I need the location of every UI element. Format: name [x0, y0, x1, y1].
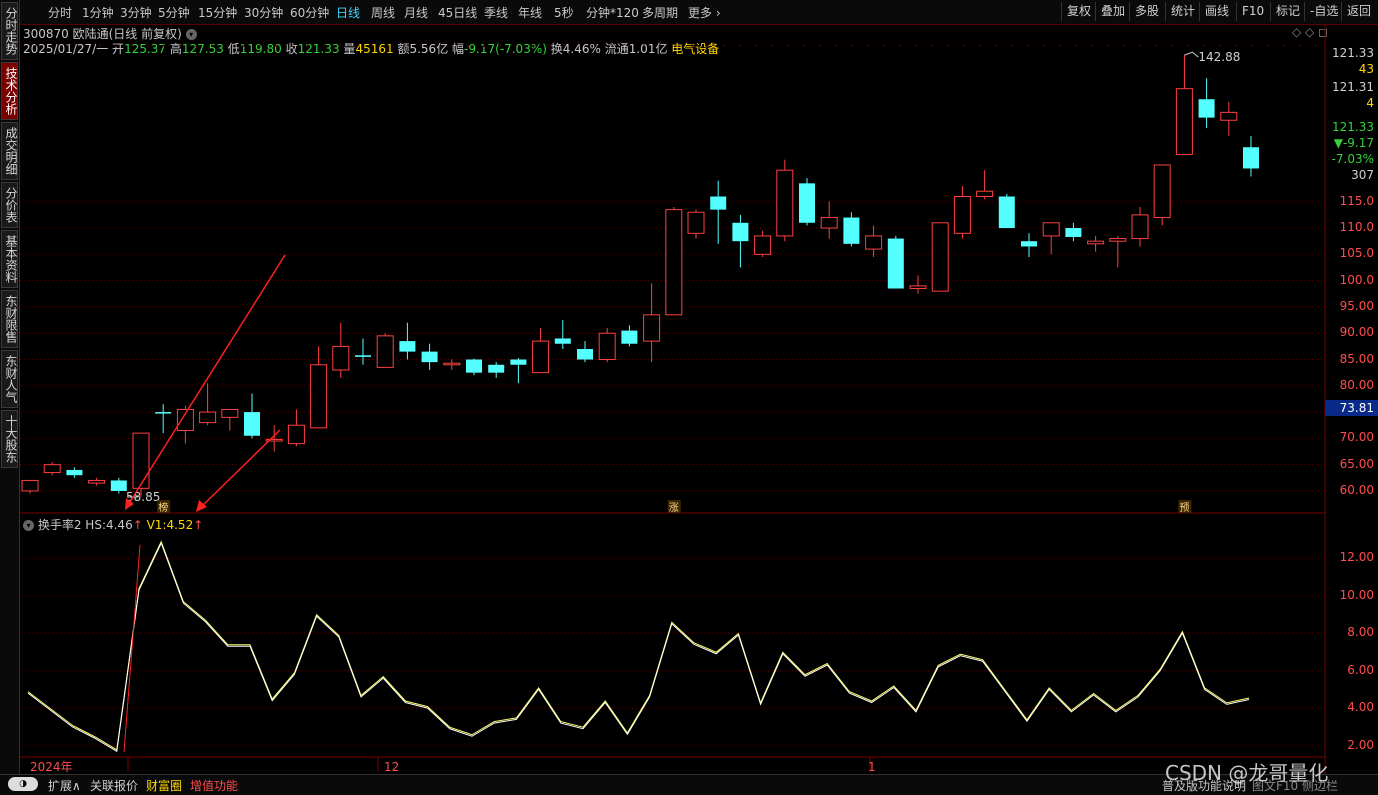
candle-body [332, 345, 350, 371]
candle-body [643, 314, 661, 342]
annotation-arrow-line [199, 429, 281, 509]
candle-body [310, 364, 328, 429]
candle-body [1131, 214, 1149, 240]
candle-body [66, 469, 83, 476]
candle-body [21, 479, 39, 492]
bottom-tab-0[interactable]: 扩展∧ [48, 777, 81, 794]
candle-body [155, 412, 172, 414]
candle-body [132, 432, 150, 489]
candle-body [887, 238, 904, 289]
candle-body [776, 169, 794, 237]
candle-body [1153, 164, 1171, 219]
candle-body [1198, 99, 1215, 118]
candle-body [466, 359, 482, 373]
candle-body [287, 424, 305, 445]
candle-body [732, 222, 749, 242]
candle-body [1065, 228, 1082, 237]
annotation-arrow-line [127, 254, 286, 506]
candle-body [1220, 111, 1238, 121]
max-pointer [1184, 51, 1199, 58]
candle-body [577, 348, 593, 360]
bottom-tab-3[interactable]: 增值功能 [190, 777, 238, 794]
candle-body [710, 196, 727, 210]
candle-body [1243, 147, 1259, 169]
candle-body [621, 330, 638, 344]
candle-body [554, 338, 571, 344]
candle-body [976, 190, 994, 197]
candle-body [443, 362, 461, 366]
v1-line [27, 540, 1250, 751]
candle-body [687, 211, 705, 234]
candle-body [399, 341, 416, 352]
annotation-arrow-line [123, 544, 141, 753]
candle-body [843, 217, 860, 244]
bottom-bar: ◑ 扩展∧ 关联报价 财富圈 增值功能 普及版功能说明 图文F10 侧边栏 CSDN … [0, 761, 1378, 795]
candle-body [931, 222, 949, 292]
marker-label: 预 [1179, 502, 1189, 514]
x-axis-label: 1 [868, 760, 876, 774]
candle-body [909, 285, 927, 290]
toggle-switch[interactable]: ◑ [8, 777, 38, 791]
candle-body [953, 195, 971, 234]
marker-label: 榜 [158, 501, 168, 514]
candle-body [532, 340, 550, 374]
candle-body [665, 209, 683, 316]
x-axis-label: 2024年 [30, 760, 73, 774]
candle-body [43, 464, 61, 474]
candle-body [510, 359, 527, 365]
candle-body [799, 183, 815, 223]
hs-line [27, 541, 1250, 753]
candle-body [1175, 88, 1193, 155]
candle-body [110, 480, 127, 491]
candle-body [1042, 222, 1060, 237]
chart-canvas[interactable]: 142.8858.85榜涨预2024年 12 1 [0, 0, 1378, 794]
max-price-label: 142.88 [1198, 50, 1240, 64]
candle-body [598, 332, 616, 361]
candle-body [221, 408, 239, 418]
watermark: CSDN @龙哥量化 [1165, 761, 1329, 785]
candle-body [244, 412, 260, 436]
candle-body [199, 411, 217, 424]
bottom-tab-1[interactable]: 关联报价 [90, 777, 138, 794]
candle-body [998, 196, 1015, 229]
candle-body [88, 479, 106, 484]
candle-body [488, 364, 505, 373]
candle-body [355, 355, 371, 357]
candle-body [865, 235, 883, 250]
candle-body [421, 351, 438, 363]
x-axis-label: 12 [384, 760, 399, 774]
candle-body [1087, 240, 1105, 245]
candle-body [1109, 238, 1127, 242]
bottom-tab-2[interactable]: 财富圈 [146, 777, 182, 794]
candle-body [376, 335, 394, 368]
candle-body [820, 217, 838, 229]
marker-label: 涨 [669, 502, 679, 514]
candle-body [754, 235, 772, 255]
candle-body [1021, 241, 1037, 247]
